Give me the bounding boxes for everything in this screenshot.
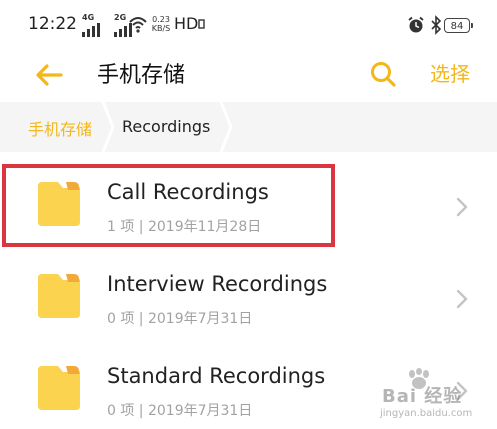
page-title: 手机存储: [97, 63, 186, 88]
wifi-icon: [129, 17, 147, 33]
watermark-text: Bai 经验: [382, 386, 463, 407]
folder-icon: [38, 274, 80, 318]
breadcrumb: 手机存储 Recordings: [0, 102, 497, 152]
watermark-url: jingyan.baidu.com: [380, 408, 473, 419]
list-item-call-recordings[interactable]: Call Recordings 1 项 | 2019年11月28日: [0, 152, 497, 244]
folder-meta: 1 项 | 2019年11月28日: [107, 219, 262, 235]
folder-name: Call Recordings: [107, 180, 269, 204]
signal-tech-label: 2G: [114, 13, 127, 22]
folder-meta: 0 项 | 2019年7月31日: [107, 311, 253, 327]
hd-label: HD: [174, 14, 199, 33]
battery-icon: 84: [444, 18, 473, 33]
chevron-right-icon: [456, 197, 468, 217]
net-speed-unit: KB/S: [151, 24, 171, 33]
net-speed: 0.23 KB/S: [150, 15, 172, 33]
breadcrumb-current: Recordings: [122, 117, 211, 136]
bluetooth-icon: [431, 15, 442, 35]
back-arrow-icon[interactable]: [34, 62, 64, 88]
select-button[interactable]: 选择: [430, 58, 470, 87]
watermark: Bai 经验 jingyan.baidu.com: [360, 368, 490, 424]
alarm-icon: [408, 16, 424, 33]
search-icon[interactable]: [369, 60, 397, 88]
status-time: 12:22: [28, 14, 77, 34]
list-item-interview-recordings[interactable]: Interview Recordings 0 项 | 2019年7月31日: [0, 244, 497, 336]
breadcrumb-separator-icon: [220, 102, 232, 152]
hd-indicator: HD: [174, 14, 206, 33]
breadcrumb-root[interactable]: 手机存储: [28, 116, 92, 140]
screen: 12:22 4G 2G 0.23 KB/S HD 84 手机存储 选择 手机存储…: [0, 0, 497, 429]
folder-meta: 0 项 | 2019年7月31日: [107, 403, 253, 419]
folder-icon: [38, 366, 80, 410]
folder-name: Interview Recordings: [107, 272, 328, 296]
status-bar: 12:22 4G 2G 0.23 KB/S HD 84: [0, 0, 497, 50]
folder-icon: [38, 182, 80, 226]
net-speed-value: 0.23: [152, 15, 170, 24]
app-header: 手机存储 选择: [0, 50, 497, 98]
breadcrumb-separator-icon: [102, 102, 114, 152]
folder-name: Standard Recordings: [107, 364, 326, 388]
signal-tech-label: 4G: [82, 13, 95, 22]
chevron-right-icon: [456, 289, 468, 309]
